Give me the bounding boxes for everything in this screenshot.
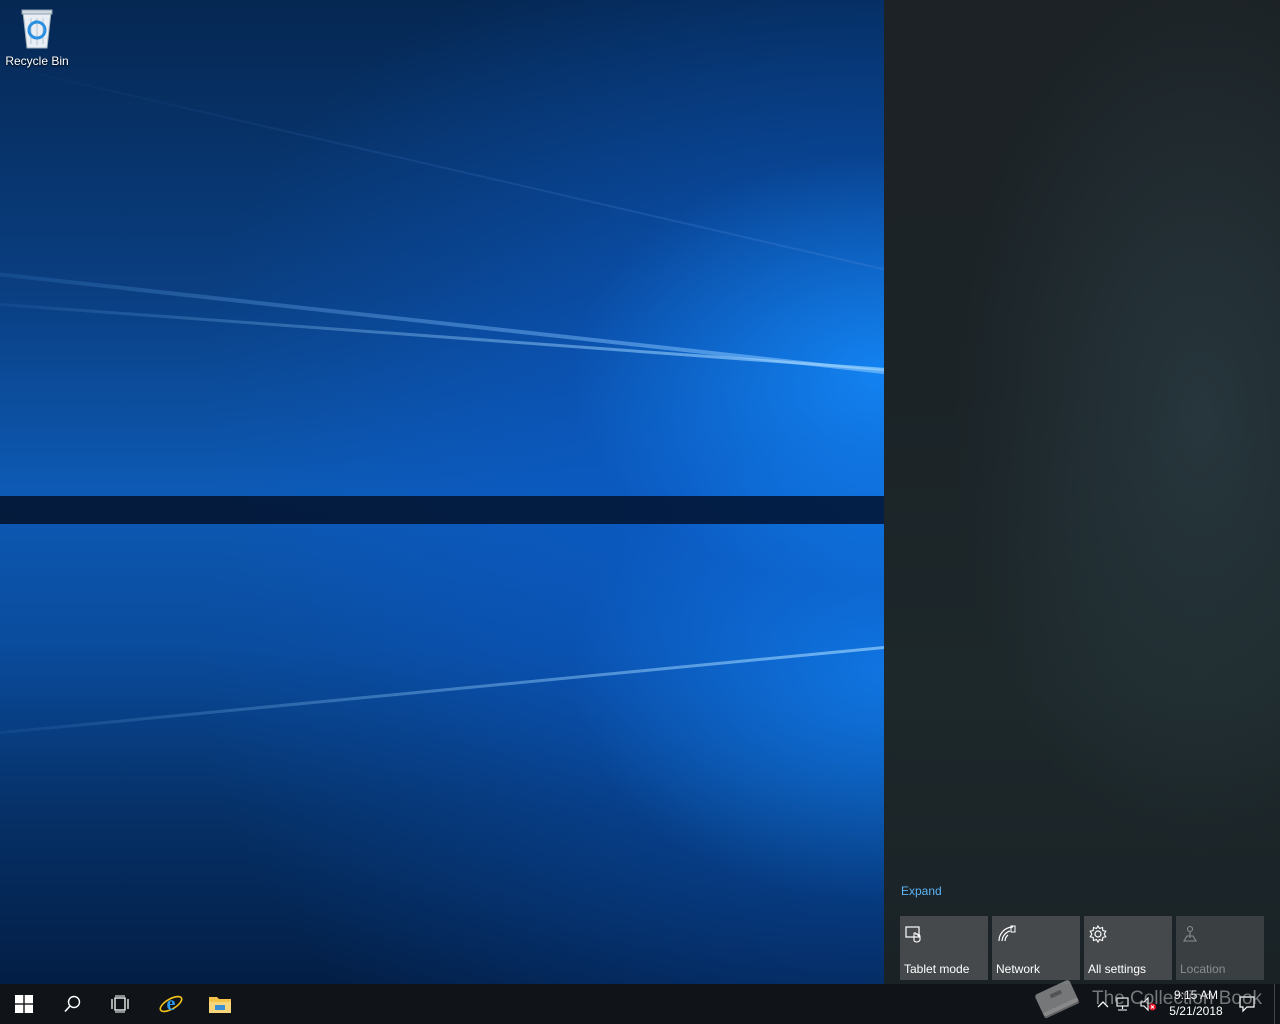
internet-explorer-icon: e (159, 993, 183, 1015)
tile-label: Tablet mode (904, 962, 970, 976)
wallpaper-light-beam (0, 268, 884, 382)
volume-tray-button[interactable] (1136, 984, 1160, 1024)
clock-date: 5/21/2018 (1169, 1004, 1223, 1018)
folder-icon (209, 997, 231, 1013)
svg-text:e: e (167, 993, 176, 1015)
desktop-icon-label: Recycle Bin (5, 54, 69, 68)
task-view-icon (111, 995, 129, 1013)
volume-muted-icon (1140, 996, 1156, 1012)
gear-icon (1089, 924, 1107, 944)
wallpaper-dark-band (0, 496, 884, 524)
network-wired-icon (1116, 997, 1129, 1011)
tile-network[interactable]: Network (992, 916, 1080, 980)
show-desktop-button[interactable] (1274, 984, 1280, 1024)
desktop-icon-recycle-bin[interactable]: Recycle Bin (4, 6, 70, 68)
tile-label: All settings (1088, 962, 1147, 976)
tile-tablet-mode[interactable]: Tablet mode (900, 916, 988, 980)
network-icon (998, 925, 1016, 942)
tile-all-settings[interactable]: All settings (1084, 916, 1172, 980)
tile-label: Location (1180, 962, 1226, 976)
quick-actions: Tablet mode Network All settings Locatio… (900, 916, 1264, 980)
tablet-mode-icon (905, 926, 921, 943)
chevron-up-icon (1097, 1001, 1109, 1008)
show-hidden-icons-button[interactable] (1094, 984, 1112, 1024)
clock-time: 9:15 AM (1173, 988, 1219, 1002)
action-center-button[interactable] (1232, 984, 1262, 1024)
system-tray (1094, 984, 1160, 1024)
recycle-bin-icon (21, 9, 53, 49)
windows-logo-icon (15, 995, 33, 1013)
action-center-panel: Expand Tablet mode Network All settings (884, 0, 1280, 984)
desktop-background[interactable]: Recycle Bin (0, 0, 884, 984)
wallpaper-light-beam (0, 300, 884, 377)
file-explorer-button[interactable] (196, 984, 244, 1024)
start-button[interactable] (0, 984, 48, 1024)
wallpaper-light-beam (0, 639, 884, 738)
tile-label: Network (996, 962, 1041, 976)
expand-link[interactable]: Expand (901, 884, 942, 898)
action-center-icon (1239, 996, 1255, 1013)
network-tray-button[interactable] (1112, 984, 1136, 1024)
search-button[interactable] (48, 984, 96, 1024)
clock[interactable]: 9:15 AM 5/21/2018 (1160, 987, 1232, 1019)
tile-location[interactable]: Location (1176, 916, 1264, 980)
search-icon (64, 995, 81, 1013)
task-view-button[interactable] (96, 984, 144, 1024)
wallpaper-light-beam (0, 55, 884, 282)
location-icon (1183, 925, 1197, 942)
internet-explorer-button[interactable]: e (147, 984, 195, 1024)
taskbar: e 9:15 AM 5/21/2018 (0, 984, 1280, 1024)
